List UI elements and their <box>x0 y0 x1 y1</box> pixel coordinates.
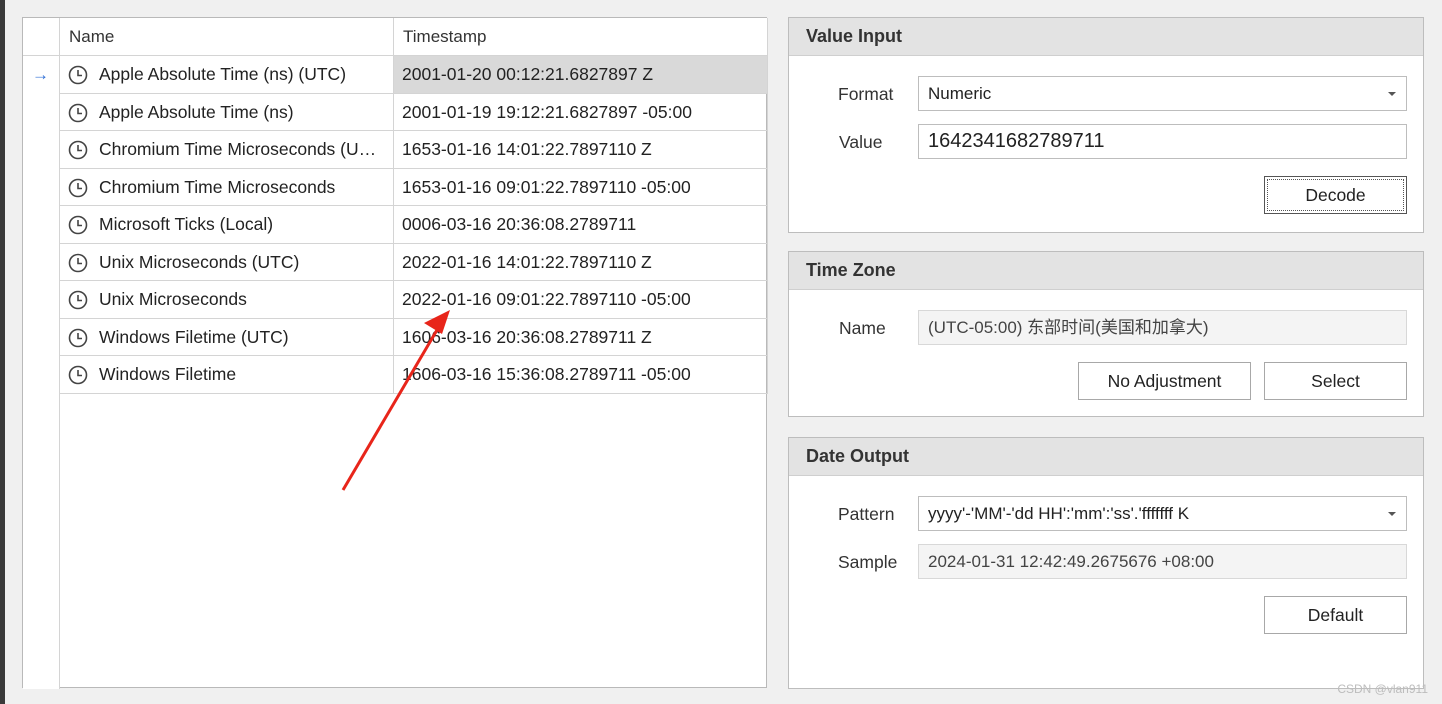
name-cell[interactable]: Microsoft Ticks (Local) <box>60 206 394 244</box>
date-output-group: Date Output Pattern yyyy'-'MM'-'dd HH':'… <box>788 437 1424 689</box>
timestamp-cell[interactable]: 1653-01-16 09:01:22.7897110 -05:00 <box>394 168 768 206</box>
decode-button-label: Decode <box>1305 185 1366 205</box>
pattern-label: Pattern <box>838 504 895 524</box>
name-cell[interactable]: Unix Microseconds <box>60 281 394 319</box>
default-button[interactable]: Default <box>1264 596 1407 634</box>
results-grid: Name Timestamp → Apple Absolute Time (ns… <box>22 17 768 689</box>
table-row[interactable]: Chromium Time Microseconds 1653-01-16 09:… <box>60 168 768 206</box>
time-zone-name-label: Name <box>839 318 886 338</box>
column-header-timestamp[interactable]: Timestamp <box>394 18 768 56</box>
name-cell[interactable]: Apple Absolute Time (ns) <box>60 93 394 131</box>
format-value: Numeric <box>928 84 992 103</box>
watermark-text: CSDN @vlan911 <box>1337 682 1428 696</box>
row-indicator-column <box>23 18 60 689</box>
table-row[interactable]: Apple Absolute Time (ns) 2001-01-19 19:12… <box>60 93 768 131</box>
timestamp-cell[interactable]: 1606-03-16 15:36:08.2789711 -05:00 <box>394 356 768 394</box>
clock-icon <box>68 103 88 122</box>
name-text: Microsoft Ticks (Local) <box>99 214 274 234</box>
time-zone-group: Time Zone Name (UTC-05:00) 东部时间(美国和加拿大) … <box>788 251 1424 417</box>
clock-icon <box>68 328 88 347</box>
timestamp-cell[interactable]: 2001-01-19 19:12:21.6827897 -05:00 <box>394 93 768 131</box>
format-dropdown[interactable]: Numeric <box>918 76 1407 111</box>
select-button[interactable]: Select <box>1264 362 1407 400</box>
table-row[interactable]: Windows Filetime (UTC) 1606-03-16 20:36:0… <box>60 318 768 356</box>
value-input-group: Value Input Format Numeric Value 1642341… <box>788 17 1424 233</box>
clock-icon <box>68 290 88 310</box>
group-title: Time Zone <box>789 252 1423 290</box>
clock-icon <box>68 65 88 85</box>
name-cell[interactable]: Windows Filetime (UTC) <box>60 318 394 356</box>
name-text: Chromium Time Microseconds (U… <box>99 139 377 159</box>
name-cell[interactable]: Unix Microseconds (UTC) <box>60 243 394 281</box>
name-cell[interactable]: Chromium Time Microseconds <box>60 168 394 206</box>
table-row[interactable]: Unix Microseconds 2022-01-16 09:01:22.789… <box>60 281 768 319</box>
group-title: Date Output <box>789 438 1423 476</box>
timestamp-cell[interactable]: 0006-03-16 20:36:08.2789711 <box>394 206 768 244</box>
value-label: Value <box>839 132 883 152</box>
name-text: Apple Absolute Time (ns) (UTC) <box>99 64 347 84</box>
clock-icon <box>68 178 88 197</box>
no-adjustment-button[interactable]: No Adjustment <box>1078 362 1251 400</box>
name-cell[interactable]: Apple Absolute Time (ns) (UTC) <box>60 56 394 94</box>
clock-icon <box>68 215 88 235</box>
table-row[interactable]: Unix Microseconds (UTC) 2022-01-16 14:01:… <box>60 243 768 281</box>
table-row[interactable]: Chromium Time Microseconds (U… 1653-01-16… <box>60 131 768 169</box>
chevron-down-icon <box>1388 512 1396 516</box>
grid-header: Name Timestamp <box>23 18 768 56</box>
timestamp-cell[interactable]: 2001-01-20 00:12:21.6827897 Z <box>394 56 768 94</box>
name-text: Windows Filetime <box>99 364 237 384</box>
timestamp-cell[interactable]: 1606-03-16 20:36:08.2789711 Z <box>394 318 768 356</box>
timestamp-cell[interactable]: 2022-01-16 14:01:22.7897110 Z <box>394 243 768 281</box>
window-edge <box>0 0 5 704</box>
timestamp-cell[interactable]: 1653-01-16 14:01:22.7897110 Z <box>394 131 768 169</box>
group-title: Value Input <box>789 18 1423 56</box>
name-text: Unix Microseconds (UTC) <box>99 251 300 272</box>
name-text: Windows Filetime (UTC) <box>99 326 289 347</box>
timestamp-cell[interactable]: 2022-01-16 09:01:22.7897110 -05:00 <box>394 281 768 319</box>
name-text: Chromium Time Microseconds <box>99 176 336 197</box>
name-text: Unix Microseconds <box>99 289 247 309</box>
sample-label: Sample <box>838 552 898 572</box>
arrow-right-icon: → <box>32 65 49 84</box>
indicator-header <box>23 18 60 56</box>
value-input[interactable]: 1642341682789711 <box>918 124 1407 159</box>
clock-icon <box>68 365 88 385</box>
clock-icon <box>68 140 88 160</box>
name-cell[interactable]: Windows Filetime <box>60 356 394 394</box>
name-text: Apple Absolute Time (ns) <box>99 101 294 122</box>
chevron-down-icon <box>1388 92 1396 96</box>
name-cell[interactable]: Chromium Time Microseconds (U… <box>60 131 394 169</box>
sample-field: 2024-01-31 12:42:49.2675676 +08:00 <box>918 544 1407 579</box>
decode-button[interactable]: Decode <box>1264 176 1407 214</box>
format-label: Format <box>838 84 894 104</box>
column-header-name[interactable]: Name <box>60 18 394 56</box>
table-row[interactable]: Windows Filetime 1606-03-16 15:36:08.2789… <box>60 356 768 394</box>
pattern-dropdown[interactable]: yyyy'-'MM'-'dd HH':'mm':'ss'.'fffffff K <box>918 496 1407 531</box>
table-row[interactable]: Microsoft Ticks (Local) 0006-03-16 20:36:… <box>60 206 768 244</box>
time-zone-name-field: (UTC-05:00) 东部时间(美国和加拿大) <box>918 310 1407 345</box>
table-row[interactable]: Apple Absolute Time (ns) (UTC) 2001-01-20… <box>60 56 768 94</box>
pattern-value: yyyy'-'MM'-'dd HH':'mm':'ss'.'fffffff K <box>928 504 1190 523</box>
clock-icon <box>68 253 88 272</box>
